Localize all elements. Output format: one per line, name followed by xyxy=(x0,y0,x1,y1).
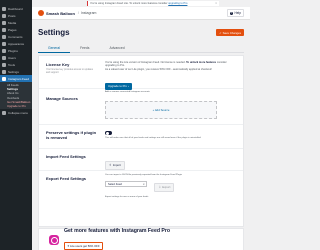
user-icon xyxy=(2,55,6,60)
tab-feeds[interactable]: Feeds xyxy=(70,45,99,53)
upgrade-notice: You're using Instagram Feed Lite. To unl… xyxy=(87,1,219,6)
smash-balloon-logo-icon xyxy=(38,10,44,16)
app-frame: Dashboard Posts Media Pages Comments App… xyxy=(0,0,250,250)
sidebar-item-posts[interactable]: Posts xyxy=(0,12,32,19)
check-icon: ✓ xyxy=(219,30,222,35)
settings-panel: License Key Your license key provides ac… xyxy=(38,55,244,227)
license-label: License Key xyxy=(46,62,70,67)
license-sub: Your license key provides access to upda… xyxy=(46,68,93,74)
close-icon[interactable]: × xyxy=(215,1,217,6)
settings-tabs: General Feeds Advanced xyxy=(38,45,244,53)
import-row: Import Feed Settings ⇧ Import You can im… xyxy=(39,149,243,176)
feed-select[interactable]: Select Feed ▾ xyxy=(105,180,147,187)
sidebar-item-comments[interactable]: Comments xyxy=(0,33,32,40)
upgrade-label: Upgrade to Pro xyxy=(108,84,127,89)
preserve-label: Preserve settings if plugin is removed xyxy=(46,130,97,140)
upload-icon: ⇧ xyxy=(109,163,112,167)
pro-promo-banner: Get more features with Instagram Feed Pr… xyxy=(38,228,244,250)
brand-name: Smash Balloon xyxy=(46,10,75,16)
collapse-icon xyxy=(2,110,6,115)
sidebar-item-instagram-feed[interactable]: Instagram Feed xyxy=(0,75,32,82)
sidebar-item-plugins[interactable]: Plugins xyxy=(0,47,32,54)
comment-icon xyxy=(2,34,6,39)
preserve-row: Preserve settings if plugin is removed T… xyxy=(39,125,243,149)
sidebar-item-tools[interactable]: Tools xyxy=(0,61,32,68)
brush-icon xyxy=(2,41,6,46)
tab-advanced[interactable]: Advanced xyxy=(100,45,135,53)
add-source-button[interactable]: + Add Source xyxy=(153,108,170,112)
instagram-icon xyxy=(2,76,6,81)
page-title: Settings xyxy=(38,28,70,37)
help-label: Help xyxy=(234,11,241,15)
export-label: Export Feed Settings xyxy=(46,176,87,181)
notice-link[interactable]: upgrading to Pro xyxy=(168,2,187,5)
help-button[interactable]: ? Help xyxy=(226,9,244,17)
dashboard-icon xyxy=(2,6,6,11)
sidebar-item-dashboard[interactable]: Dashboard xyxy=(0,5,32,12)
wrench-icon xyxy=(2,62,6,67)
license-body: You're using the Lite version of Instagr… xyxy=(105,61,237,92)
preserve-toggle[interactable] xyxy=(105,131,112,135)
brand: Smash Balloon / Instagram xyxy=(38,10,96,16)
license-text: You're using the Lite version of Instagr… xyxy=(105,61,227,68)
license-discount-text: As a valued user of our Lite plugin, you… xyxy=(105,67,212,71)
plugin-header: Smash Balloon / Instagram ? Help xyxy=(32,7,250,20)
promo-title: Get more features with Instagram Feed Pr… xyxy=(64,228,171,234)
import-button[interactable]: ⇧ Import xyxy=(105,160,125,170)
download-icon: ⇩ xyxy=(158,185,161,189)
export-button[interactable]: ⇩ Export xyxy=(154,182,175,192)
sources-label: Manage Sources xyxy=(46,96,78,101)
export-text: Export settings for one or more of your … xyxy=(105,196,149,198)
sidebar-collapse-menu[interactable]: Collapse menu xyxy=(0,109,32,116)
export-row: Export Feed Settings Select Feed ▾ ⇩ Exp… xyxy=(39,171,243,198)
brand-separator: / xyxy=(77,11,79,15)
sidebar-item-settings[interactable]: Settings xyxy=(0,68,32,75)
sidebar-item-users[interactable]: Users xyxy=(0,54,32,61)
settings-icon xyxy=(2,69,6,74)
sidebar-item-pages[interactable]: Pages xyxy=(0,26,32,33)
pin-icon xyxy=(2,13,6,18)
save-label: Save Changes xyxy=(222,30,241,35)
arrow-right-icon: › xyxy=(127,84,129,89)
plugin-icon xyxy=(2,48,6,53)
page-icon xyxy=(2,27,6,32)
sidebar-item-media[interactable]: Media xyxy=(0,19,32,26)
license-row: License Key Your license key provides ac… xyxy=(39,56,243,92)
sources-row: Manage Sources Add or remove connected I… xyxy=(39,89,243,125)
preserve-text: This will make sure that all of your fee… xyxy=(105,137,201,139)
wp-admin-sidebar: Dashboard Posts Media Pages Comments App… xyxy=(0,0,32,250)
product-name: Instagram xyxy=(80,11,97,15)
media-icon xyxy=(2,20,6,25)
tab-general[interactable]: General xyxy=(38,45,71,53)
page-header: Settings ✓ Save Changes xyxy=(38,27,244,38)
sidebar-item-appearance[interactable]: Appearance xyxy=(0,40,32,47)
main-content: You're using Instagram Feed Lite. To unl… xyxy=(32,0,250,250)
instagram-logo-icon xyxy=(49,235,59,245)
notice-text: You're using Instagram Feed Lite. To unl… xyxy=(90,2,168,5)
add-source-box[interactable]: + Add Source xyxy=(105,101,217,119)
sources-text: Add or remove connected Instagram accoun… xyxy=(105,91,150,93)
import-label: Import Feed Settings xyxy=(46,154,86,159)
question-icon: ? xyxy=(229,11,233,15)
promo-badge[interactable]: ✦ Lite users get 50% OFF xyxy=(64,242,103,250)
gift-icon: ✦ xyxy=(67,244,70,248)
chevron-down-icon: ▾ xyxy=(143,182,145,186)
sidebar-submenu: All Feeds Settings About Us Oembeds Get … xyxy=(0,82,32,110)
save-changes-button[interactable]: ✓ Save Changes xyxy=(216,28,244,37)
submenu-upgrade-pro[interactable]: Upgrade to Pro xyxy=(0,104,32,108)
